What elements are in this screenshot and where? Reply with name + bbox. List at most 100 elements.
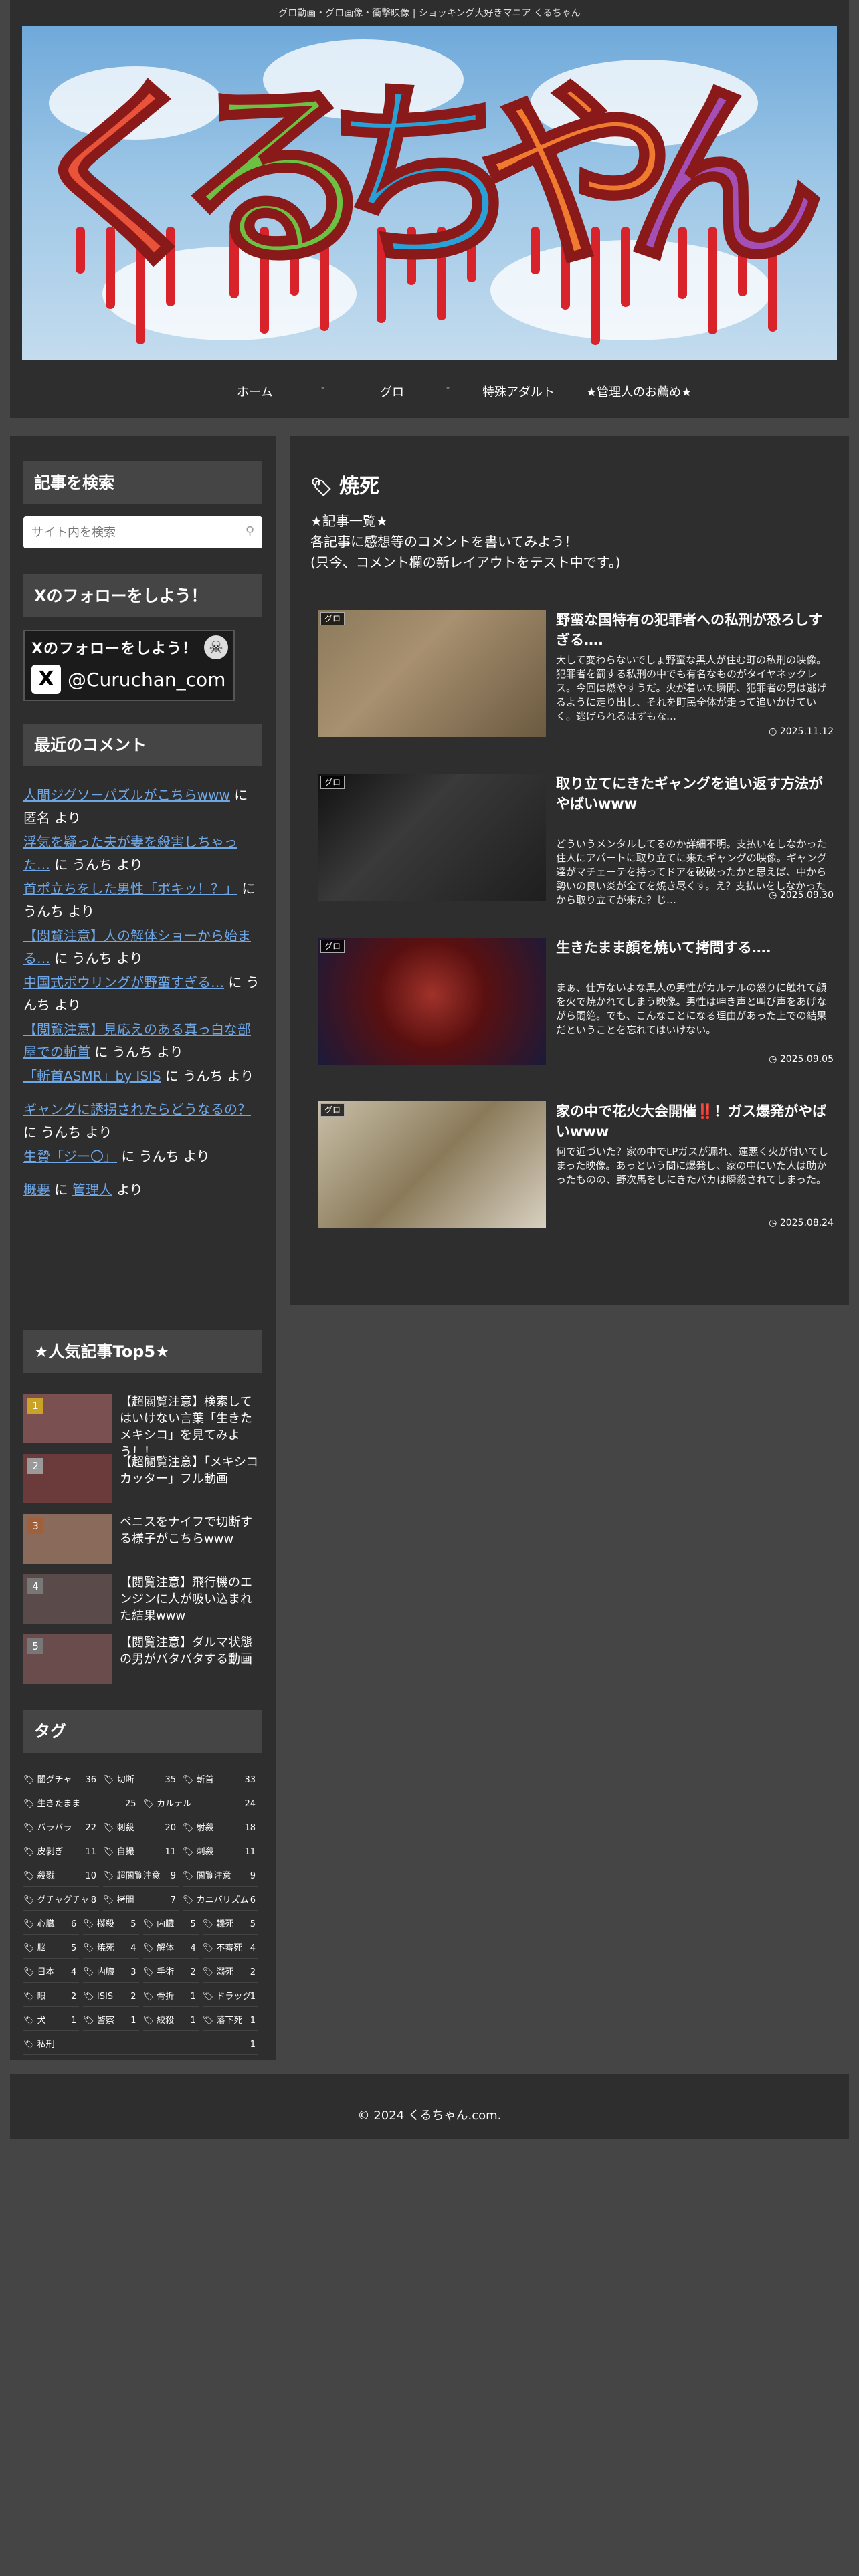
tag-item[interactable]: 🏷 殺戮 10 — [23, 1866, 99, 1887]
article-title[interactable]: 家の中で花火大会開催‼️！ガス爆発がやばいwww — [556, 1101, 834, 1142]
article-thumbnail[interactable]: グロ — [318, 938, 546, 1065]
popular-post-item[interactable]: 2 【超閲覧注意】「メキシコカッター」フル動画 — [23, 1454, 262, 1507]
article-thumbnail[interactable]: グロ — [318, 610, 546, 737]
article-card[interactable]: グロ 家の中で花火大会開催‼️！ガス爆発がやばいwww 何で近づいた？家の中でLPガ… — [318, 1101, 834, 1228]
tag-item[interactable]: 🏷 グチャグチャ 8 — [23, 1891, 99, 1911]
comment-post-link[interactable]: 「斬首ASMR」by ISIS — [23, 1068, 161, 1084]
tag-icon: 🏷 — [202, 1967, 217, 1977]
nav-special-adult[interactable]: 特殊アダルト — [482, 383, 555, 400]
nav-guro[interactable]: グロ — [380, 383, 404, 400]
tag-count: 5 — [130, 1919, 136, 1929]
comment-post-link[interactable]: 人間ジグソーパズルがこちらwww — [23, 787, 230, 803]
popular-post-item[interactable]: 3 ペニスをナイフで切断する様子がこちらwww — [23, 1514, 262, 1568]
tag-item[interactable]: 🏷 私刑 1 — [23, 2035, 258, 2055]
tag-label: 闇グチャ — [37, 1775, 72, 1785]
article-thumbnail[interactable]: グロ — [318, 774, 546, 901]
tag-item[interactable]: 🏷 刺殺 20 — [103, 1818, 179, 1838]
tag-item[interactable]: 🏷 眼 2 — [23, 1987, 80, 2007]
search-icon[interactable]: ⚲ — [246, 524, 254, 538]
comment-post-link[interactable]: 生贄「ジー〇」 — [23, 1148, 117, 1164]
tag-item[interactable]: 🏷 犬 1 — [23, 2011, 80, 2031]
tag-item[interactable]: 🏷 内臓 3 — [83, 1963, 139, 1983]
tag-item[interactable]: 🏷 バラバラ 22 — [23, 1818, 99, 1838]
article-thumbnail[interactable]: グロ — [318, 1101, 546, 1228]
comment-post-link[interactable]: 概要 — [23, 1182, 50, 1198]
tag-item[interactable]: 🏷 手術 2 — [142, 1963, 199, 1983]
article-card[interactable]: グロ 取り立てにきたギャングを追い返す方法がやばいwww どういうメンタルしてるのか… — [318, 774, 834, 906]
tag-item[interactable]: 🏷 カニバリズム 6 — [183, 1891, 258, 1911]
tag-icon: 🏷 — [202, 2016, 217, 2026]
tag-item[interactable]: 🏷 閲覧注意 9 — [183, 1866, 258, 1887]
tag-item[interactable]: 🏷 ISIS 2 — [83, 1987, 139, 2007]
article-excerpt: 何で近づいた？家の中でLPガスが漏れ、運悪く火が付いてしまった映像。あっという間… — [556, 1146, 829, 1186]
tag-icon: 🏷 — [183, 1775, 197, 1785]
popular-post-title[interactable]: 【超閲覧注意】検索してはいけない言葉「生きたメキシコ」を見てみよう！！ — [120, 1394, 262, 1461]
tag-item[interactable]: 🏷 撲殺 5 — [83, 1915, 139, 1935]
tag-item[interactable]: 🏷 刺殺 11 — [183, 1842, 258, 1862]
tag-item[interactable]: 🏷 内臓 5 — [142, 1915, 199, 1935]
article-card[interactable]: グロ 生きたまま顔を焼いて拷問する…. まぁ、仕方ないよな黒人の男性がカルテルの怒り… — [318, 938, 834, 1065]
tag-item[interactable]: 🏷 超閲覧注意 9 — [103, 1866, 179, 1887]
popular-post-item[interactable]: 5 【閲覧注意】ダルマ状態の男がバタバタする動画 — [23, 1634, 262, 1688]
tag-item[interactable]: 🏷 皮剥ぎ 11 — [23, 1842, 99, 1862]
tag-item[interactable]: 🏷 闇グチャ 36 — [23, 1770, 99, 1790]
tag-item[interactable]: 🏷 斬首 33 — [183, 1770, 258, 1790]
tag-item[interactable]: 🏷 脳 5 — [23, 1939, 80, 1959]
tag-item[interactable]: 🏷 落下死 1 — [202, 2011, 258, 2031]
tag-item[interactable]: 🏷 溺死 2 — [202, 1963, 258, 1983]
comment-post-link[interactable]: 首ポ立ちをした男性「ボキッ！？」 — [23, 881, 237, 897]
popular-post-item[interactable]: 4 【閲覧注意】飛行機のエンジンに人が吸い込まれた結果www — [23, 1574, 262, 1628]
tag-item[interactable]: 🏷 ドラッグ 1 — [202, 1987, 258, 2007]
popular-post-title[interactable]: ペニスをナイフで切断する様子がこちらwww — [120, 1514, 262, 1547]
tag-item[interactable]: 🏷 心臓 6 — [23, 1915, 80, 1935]
popular-post-title[interactable]: 【超閲覧注意】「メキシコカッター」フル動画 — [120, 1454, 262, 1487]
article-title[interactable]: 生きたまま顔を焼いて拷問する…. — [556, 938, 834, 958]
nav-home[interactable]: ホーム — [237, 383, 272, 400]
search-input[interactable] — [23, 516, 233, 548]
tag-item[interactable]: 🏷 不審死 4 — [202, 1939, 258, 1959]
nav-separator: - — [321, 383, 325, 393]
tag-icon: 🏷 — [103, 1871, 117, 1881]
tag-item[interactable]: 🏷 解体 4 — [142, 1939, 199, 1959]
tag-item[interactable]: 🏷 切断 35 — [103, 1770, 179, 1790]
tag-icon: 🏷 — [23, 2040, 37, 2050]
article-title[interactable]: 野蛮な国特有の犯罪者への私刑が恐ろしすぎる…. — [556, 610, 834, 650]
tag-item[interactable]: 🏷 骨折 1 — [142, 1987, 199, 2007]
popular-post-title[interactable]: 【閲覧注意】飛行機のエンジンに人が吸い込まれた結果www — [120, 1574, 262, 1624]
tag-item[interactable]: 🏷 轢死 5 — [202, 1915, 258, 1935]
tag-count: 11 — [85, 1847, 96, 1857]
tag-label: グチャグチャ — [37, 1895, 90, 1905]
tag-label: 私刑 — [37, 2040, 55, 2050]
article-card[interactable]: グロ 野蛮な国特有の犯罪者への私刑が恐ろしすぎる…. 大して変わらないでしょ野蛮な黒… — [318, 610, 834, 737]
x-follow-banner[interactable]: Xのフォローをしよう！ ☠ X @Curuchan_com — [23, 630, 235, 701]
tag-item[interactable]: 🏷 警察 1 — [83, 2011, 139, 2031]
tag-item[interactable]: 🏷 絞殺 1 — [142, 2011, 199, 2031]
tag-item[interactable]: 🏷 拷問 7 — [103, 1891, 179, 1911]
comment-item: 概要 に 管理人 より — [23, 1178, 262, 1201]
tag-label: 内臓 — [96, 1967, 114, 1977]
comment-post-link[interactable]: ギャングに誘拐されたらどうなるの？ — [23, 1101, 251, 1117]
popular-post-item[interactable]: 1 【超閲覧注意】検索してはいけない言葉「生きたメキシコ」を見てみよう！！ — [23, 1394, 262, 1459]
tag-label: カルテル — [157, 1799, 192, 1809]
tag-item[interactable]: 🏷 射殺 18 — [183, 1818, 258, 1838]
tag-count: 5 — [190, 1919, 196, 1929]
comment-post-link[interactable]: 中国式ボウリングが野蛮すぎる… — [23, 974, 224, 990]
tag-item[interactable]: 🏷 自撮 11 — [103, 1842, 179, 1862]
search-form: ⚲ — [23, 516, 262, 548]
tag-icon: 🏷 — [103, 1775, 117, 1785]
tag-item[interactable]: 🏷 カルテル 24 — [142, 1794, 258, 1814]
tag-icon: 🏷 — [23, 1847, 37, 1857]
article-title[interactable]: 取り立てにきたギャングを追い返す方法がやばいwww — [556, 774, 834, 814]
tag-item[interactable]: 🏷 生きたまま 25 — [23, 1794, 139, 1814]
clock-icon: ◷ — [769, 1218, 780, 1228]
site-banner[interactable]: くるちやん — [22, 26, 837, 360]
tag-item[interactable]: 🏷 焼死 4 — [83, 1939, 139, 1959]
tag-item[interactable]: 🏷 日本 4 — [23, 1963, 80, 1983]
intro-line: (只今、コメント欄の新レイアウトをテスト中です。) — [310, 554, 621, 570]
nav-admin-picks[interactable]: ★管理人のお薦め★ — [586, 383, 692, 400]
comment-author-link[interactable]: 管理人 — [72, 1182, 112, 1198]
article-date-text: 2025.11.12 — [779, 726, 834, 737]
tag-icon: 🏷 — [202, 1943, 217, 1953]
rank-badge: 5 — [27, 1638, 43, 1654]
popular-post-title[interactable]: 【閲覧注意】ダルマ状態の男がバタバタする動画 — [120, 1634, 262, 1668]
